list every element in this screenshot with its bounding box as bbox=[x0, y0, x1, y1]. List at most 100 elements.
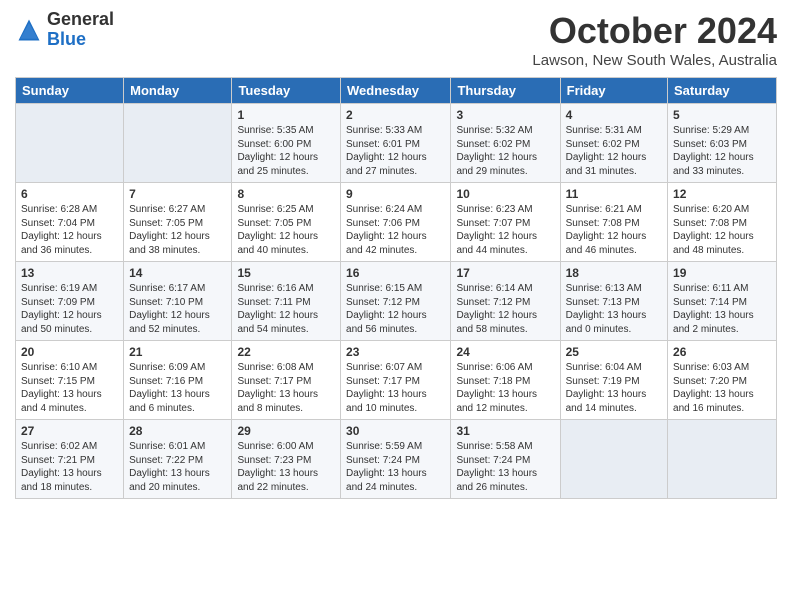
day-number: 29 bbox=[237, 424, 335, 438]
day-info: Sunrise: 5:29 AM Sunset: 6:03 PM Dayligh… bbox=[673, 124, 771, 178]
calendar-day-cell: 5 Sunrise: 5:29 AM Sunset: 6:03 PM Daylig… bbox=[668, 104, 777, 183]
day-number: 4 bbox=[566, 108, 662, 122]
calendar-day-cell: 4 Sunrise: 5:31 AM Sunset: 6:02 PM Daylig… bbox=[560, 104, 667, 183]
column-header-monday: Monday bbox=[124, 78, 232, 104]
calendar-day-cell: 9 Sunrise: 6:24 AM Sunset: 7:06 PM Daylig… bbox=[341, 183, 451, 262]
calendar-day-cell: 14 Sunrise: 6:17 AM Sunset: 7:10 PM Dayli… bbox=[124, 262, 232, 341]
day-number: 19 bbox=[673, 266, 771, 280]
day-info: Sunrise: 6:21 AM Sunset: 7:08 PM Dayligh… bbox=[566, 203, 662, 257]
day-info: Sunrise: 5:31 AM Sunset: 6:02 PM Dayligh… bbox=[566, 124, 662, 178]
day-info: Sunrise: 6:13 AM Sunset: 7:13 PM Dayligh… bbox=[566, 282, 662, 336]
logo-icon bbox=[15, 16, 43, 44]
title-block: October 2024 Lawson, New South Wales, Au… bbox=[532, 10, 777, 69]
calendar-day-cell: 30Sunrise: 5:59 AM Sunset: 7:24 PM Dayli… bbox=[341, 420, 451, 499]
day-info: Sunrise: 6:23 AM Sunset: 7:07 PM Dayligh… bbox=[456, 203, 554, 257]
day-info: Sunrise: 6:01 AM Sunset: 7:22 PM Dayligh… bbox=[129, 440, 226, 494]
day-number: 23 bbox=[346, 345, 445, 359]
day-info: Sunrise: 5:32 AM Sunset: 6:02 PM Dayligh… bbox=[456, 124, 554, 178]
day-info: Sunrise: 6:17 AM Sunset: 7:10 PM Dayligh… bbox=[129, 282, 226, 336]
calendar-day-cell: 12 Sunrise: 6:20 AM Sunset: 7:08 PM Dayli… bbox=[668, 183, 777, 262]
calendar-day-cell bbox=[668, 420, 777, 499]
calendar-day-cell: 8 Sunrise: 6:25 AM Sunset: 7:05 PM Daylig… bbox=[232, 183, 341, 262]
calendar-week-row: 1 Sunrise: 5:35 AM Sunset: 6:00 PM Daylig… bbox=[16, 104, 777, 183]
calendar-table: SundayMondayTuesdayWednesdayThursdayFrid… bbox=[15, 77, 777, 499]
column-header-saturday: Saturday bbox=[668, 78, 777, 104]
day-number: 9 bbox=[346, 187, 445, 201]
day-number: 3 bbox=[456, 108, 554, 122]
logo: General Blue bbox=[15, 10, 114, 50]
calendar-day-cell: 17Sunrise: 6:14 AM Sunset: 7:12 PM Dayli… bbox=[451, 262, 560, 341]
calendar-day-cell: 2 Sunrise: 5:33 AM Sunset: 6:01 PM Daylig… bbox=[341, 104, 451, 183]
day-info: Sunrise: 6:08 AM Sunset: 7:17 PM Dayligh… bbox=[237, 361, 335, 415]
day-number: 12 bbox=[673, 187, 771, 201]
calendar-week-row: 6 Sunrise: 6:28 AM Sunset: 7:04 PM Daylig… bbox=[16, 183, 777, 262]
day-number: 2 bbox=[346, 108, 445, 122]
day-number: 21 bbox=[129, 345, 226, 359]
calendar-day-cell bbox=[124, 104, 232, 183]
day-number: 28 bbox=[129, 424, 226, 438]
day-info: Sunrise: 6:11 AM Sunset: 7:14 PM Dayligh… bbox=[673, 282, 771, 336]
month-title: October 2024 bbox=[532, 10, 777, 52]
column-header-wednesday: Wednesday bbox=[341, 78, 451, 104]
day-info: Sunrise: 5:58 AM Sunset: 7:24 PM Dayligh… bbox=[456, 440, 554, 494]
day-number: 1 bbox=[237, 108, 335, 122]
column-header-sunday: Sunday bbox=[16, 78, 124, 104]
calendar-day-cell: 10 Sunrise: 6:23 AM Sunset: 7:07 PM Dayli… bbox=[451, 183, 560, 262]
logo-general-text: General bbox=[47, 9, 114, 29]
calendar-day-cell: 1 Sunrise: 5:35 AM Sunset: 6:00 PM Daylig… bbox=[232, 104, 341, 183]
logo-blue-text: Blue bbox=[47, 29, 86, 49]
calendar-day-cell: 6 Sunrise: 6:28 AM Sunset: 7:04 PM Daylig… bbox=[16, 183, 124, 262]
column-header-tuesday: Tuesday bbox=[232, 78, 341, 104]
calendar-day-cell: 21Sunrise: 6:09 AM Sunset: 7:16 PM Dayli… bbox=[124, 341, 232, 420]
calendar-day-cell bbox=[560, 420, 667, 499]
day-number: 13 bbox=[21, 266, 118, 280]
day-number: 25 bbox=[566, 345, 662, 359]
page-header: General Blue October 2024 Lawson, New So… bbox=[15, 10, 777, 69]
calendar-week-row: 13 Sunrise: 6:19 AM Sunset: 7:09 PM Dayli… bbox=[16, 262, 777, 341]
calendar-day-cell: 19 Sunrise: 6:11 AM Sunset: 7:14 PM Dayli… bbox=[668, 262, 777, 341]
day-number: 5 bbox=[673, 108, 771, 122]
day-number: 17 bbox=[456, 266, 554, 280]
calendar-week-row: 20Sunrise: 6:10 AM Sunset: 7:15 PM Dayli… bbox=[16, 341, 777, 420]
calendar-header-row: SundayMondayTuesdayWednesdayThursdayFrid… bbox=[16, 78, 777, 104]
day-number: 7 bbox=[129, 187, 226, 201]
day-number: 10 bbox=[456, 187, 554, 201]
calendar-week-row: 27Sunrise: 6:02 AM Sunset: 7:21 PM Dayli… bbox=[16, 420, 777, 499]
calendar-day-cell: 24Sunrise: 6:06 AM Sunset: 7:18 PM Dayli… bbox=[451, 341, 560, 420]
day-info: Sunrise: 5:33 AM Sunset: 6:01 PM Dayligh… bbox=[346, 124, 445, 178]
day-number: 22 bbox=[237, 345, 335, 359]
day-info: Sunrise: 6:20 AM Sunset: 7:08 PM Dayligh… bbox=[673, 203, 771, 257]
day-number: 6 bbox=[21, 187, 118, 201]
calendar-day-cell: 23 Sunrise: 6:07 AM Sunset: 7:17 PM Dayli… bbox=[341, 341, 451, 420]
day-number: 26 bbox=[673, 345, 771, 359]
calendar-day-cell bbox=[16, 104, 124, 183]
calendar-day-cell: 20Sunrise: 6:10 AM Sunset: 7:15 PM Dayli… bbox=[16, 341, 124, 420]
day-info: Sunrise: 6:24 AM Sunset: 7:06 PM Dayligh… bbox=[346, 203, 445, 257]
calendar-day-cell: 11Sunrise: 6:21 AM Sunset: 7:08 PM Dayli… bbox=[560, 183, 667, 262]
day-number: 27 bbox=[21, 424, 118, 438]
calendar-day-cell: 28 Sunrise: 6:01 AM Sunset: 7:22 PM Dayli… bbox=[124, 420, 232, 499]
location-title: Lawson, New South Wales, Australia bbox=[532, 52, 777, 69]
calendar-day-cell: 31 Sunrise: 5:58 AM Sunset: 7:24 PM Dayli… bbox=[451, 420, 560, 499]
day-info: Sunrise: 5:35 AM Sunset: 6:00 PM Dayligh… bbox=[237, 124, 335, 178]
calendar-day-cell: 3 Sunrise: 5:32 AM Sunset: 6:02 PM Daylig… bbox=[451, 104, 560, 183]
day-number: 18 bbox=[566, 266, 662, 280]
day-number: 31 bbox=[456, 424, 554, 438]
calendar-day-cell: 13 Sunrise: 6:19 AM Sunset: 7:09 PM Dayli… bbox=[16, 262, 124, 341]
day-number: 30 bbox=[346, 424, 445, 438]
column-header-thursday: Thursday bbox=[451, 78, 560, 104]
calendar-day-cell: 25 Sunrise: 6:04 AM Sunset: 7:19 PM Dayli… bbox=[560, 341, 667, 420]
day-info: Sunrise: 6:07 AM Sunset: 7:17 PM Dayligh… bbox=[346, 361, 445, 415]
day-info: Sunrise: 6:04 AM Sunset: 7:19 PM Dayligh… bbox=[566, 361, 662, 415]
calendar-day-cell: 7Sunrise: 6:27 AM Sunset: 7:05 PM Daylig… bbox=[124, 183, 232, 262]
day-number: 24 bbox=[456, 345, 554, 359]
day-info: Sunrise: 6:00 AM Sunset: 7:23 PM Dayligh… bbox=[237, 440, 335, 494]
day-info: Sunrise: 6:25 AM Sunset: 7:05 PM Dayligh… bbox=[237, 203, 335, 257]
day-info: Sunrise: 6:16 AM Sunset: 7:11 PM Dayligh… bbox=[237, 282, 335, 336]
day-number: 16 bbox=[346, 266, 445, 280]
day-info: Sunrise: 6:28 AM Sunset: 7:04 PM Dayligh… bbox=[21, 203, 118, 257]
day-number: 8 bbox=[237, 187, 335, 201]
day-info: Sunrise: 6:19 AM Sunset: 7:09 PM Dayligh… bbox=[21, 282, 118, 336]
day-number: 15 bbox=[237, 266, 335, 280]
day-number: 14 bbox=[129, 266, 226, 280]
